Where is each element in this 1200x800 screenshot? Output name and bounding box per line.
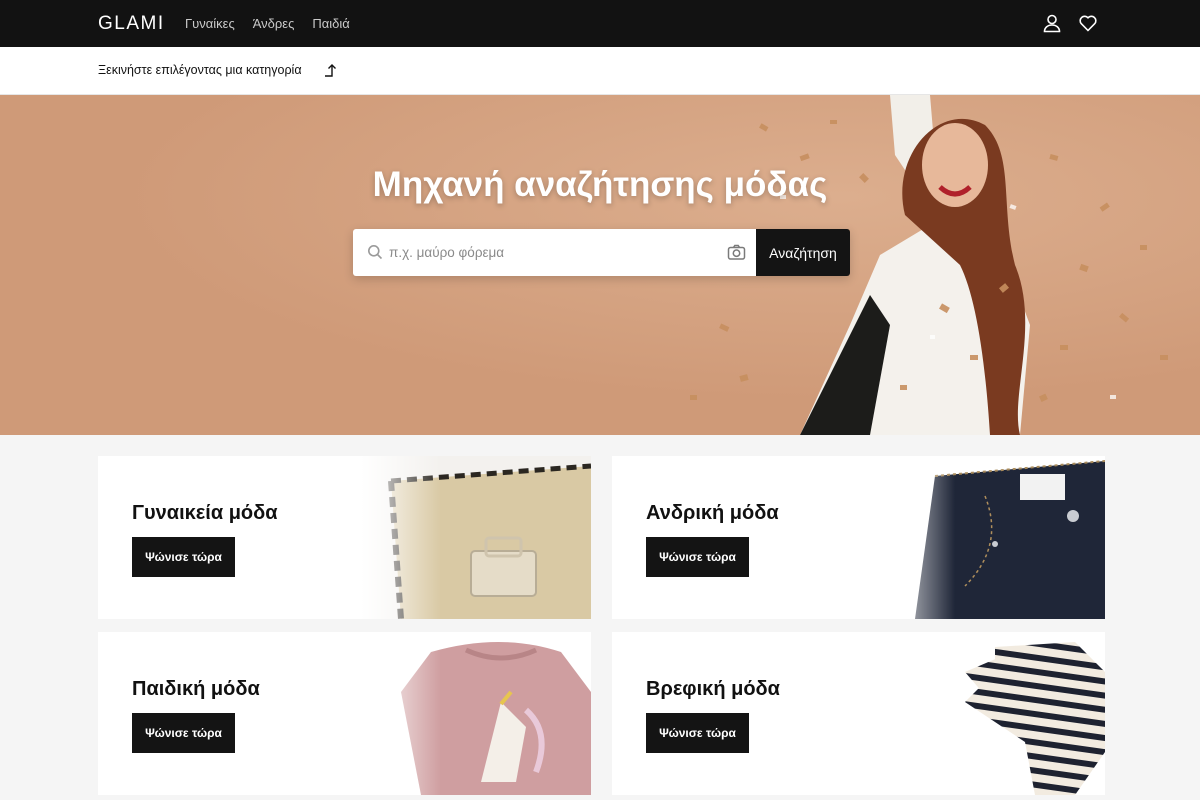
search-field-wrapper [353, 229, 756, 276]
card-fade [875, 456, 955, 619]
nav-link-men[interactable]: Άνδρες [253, 16, 295, 31]
card-baby-fashion[interactable]: Βρεφική μόδα Ψώνισε τώρα [612, 632, 1105, 795]
main-nav: Γυναίκες Άνδρες Παιδιά [185, 16, 350, 31]
shop-now-button[interactable]: Ψώνισε τώρα [646, 537, 749, 577]
shop-now-button[interactable]: Ψώνισε τώρα [646, 713, 749, 753]
search-button[interactable]: Αναζήτηση [756, 229, 850, 276]
hero-banner: Μηχανή αναζήτησης μόδας Αναζήτηση [0, 95, 1200, 435]
search-bar: Αναζήτηση [353, 229, 850, 276]
glami-logo[interactable]: GLAMI [98, 13, 165, 35]
camera-icon[interactable] [727, 243, 746, 262]
card-fade [361, 456, 441, 619]
user-icon[interactable] [1042, 13, 1062, 33]
search-input[interactable] [353, 229, 756, 276]
card-title: Ανδρική μόδα [646, 502, 779, 524]
hero-title: Μηχανή αναζήτησης μόδας [372, 165, 828, 204]
search-icon [367, 244, 383, 260]
top-navigation-bar: GLAMI Γυναίκες Άνδρες Παιδιά [0, 0, 1200, 47]
header-icons [1042, 13, 1098, 33]
nav-link-kids[interactable]: Παιδιά [312, 16, 349, 31]
shop-now-button[interactable]: Ψώνισε τώρα [132, 537, 235, 577]
card-title: Βρεφική μόδα [646, 678, 780, 700]
category-bar: Ξεκινήστε επιλέγοντας μια κατηγορία [0, 47, 1200, 95]
shop-now-button[interactable]: Ψώνισε τώρα [132, 713, 235, 753]
choose-category-link[interactable]: Ξεκινήστε επιλέγοντας μια κατηγορία [98, 63, 302, 77]
card-title: Παιδική μόδα [132, 678, 260, 700]
arrow-up-right-icon[interactable] [322, 61, 340, 79]
nav-link-women[interactable]: Γυναίκες [185, 16, 235, 31]
heart-icon[interactable] [1078, 13, 1098, 33]
card-mens-fashion[interactable]: Ανδρική μόδα Ψώνισε τώρα [612, 456, 1105, 619]
card-title: Γυναικεία μόδα [132, 502, 278, 524]
card-womens-fashion[interactable]: Γυναικεία μόδα Ψώνισε τώρα [98, 456, 591, 619]
card-fade [875, 632, 955, 795]
card-kids-fashion[interactable]: Παιδική μόδα Ψώνισε τώρα [98, 632, 591, 795]
card-fade [361, 632, 441, 795]
